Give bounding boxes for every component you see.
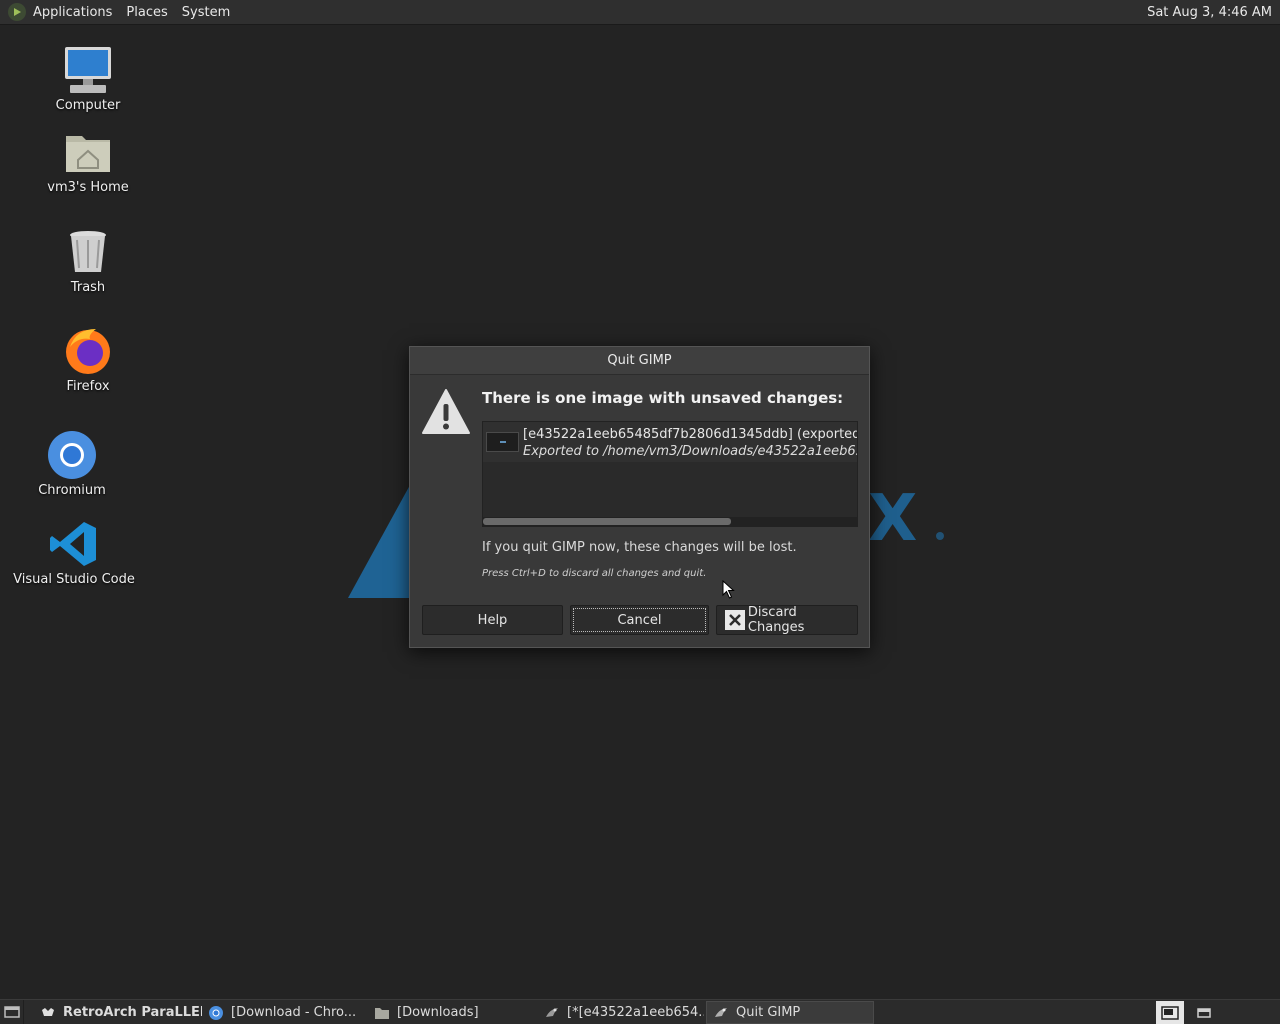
desktop-icon-label: Chromium — [38, 483, 106, 498]
desktop-icon — [3, 1006, 20, 1018]
trash-icon — [62, 226, 114, 278]
task-label: RetroArch ParaLLEl ... — [63, 1005, 202, 1020]
folder-icon — [375, 1007, 389, 1019]
task-downloads-folder[interactable]: [Downloads] — [368, 1001, 536, 1024]
workspace-icon — [1161, 1005, 1179, 1020]
vscode-icon — [48, 518, 100, 570]
focus-ring — [573, 608, 706, 632]
image-thumbnail — [486, 432, 519, 452]
workspace-1-button[interactable] — [1156, 1001, 1184, 1024]
task-retroarch[interactable]: RetroArch ParaLLEl ... — [34, 1001, 202, 1024]
gimp-icon — [715, 1007, 727, 1017]
list-item[interactable]: [e43522a1eeb65485df7b2806d1345ddb] (expo… — [483, 422, 857, 462]
discard-button-label: Discard Changes — [747, 605, 805, 635]
image-name: [e43522a1eeb65485df7b2806d1345ddb] (expo… — [523, 427, 858, 442]
close-icon — [725, 610, 745, 630]
desktop-icon-home[interactable]: vm3's Home — [44, 126, 132, 195]
dialog-title[interactable]: Quit GIMP — [410, 347, 869, 375]
svg-text:X: X — [868, 482, 917, 556]
home-folder-icon — [62, 126, 114, 178]
task-chromium[interactable]: [Download - Chro... — [202, 1001, 368, 1024]
task-quit-gimp[interactable]: Quit GIMP — [706, 1001, 874, 1024]
mouse-cursor-icon — [722, 580, 735, 599]
menu-places[interactable]: Places — [126, 5, 167, 20]
warning-message: If you quit GIMP now, these changes will… — [482, 540, 797, 555]
desktop-icon-vscode[interactable]: Visual Studio Code — [13, 518, 135, 587]
task-gimp-image[interactable]: [*[e43522a1eeb654... — [538, 1001, 704, 1024]
taskbar: RetroArch ParaLLEl ... [Download - Chro.… — [0, 999, 1280, 1024]
desktop-icon-label: vm3's Home — [47, 180, 129, 195]
clock[interactable]: Sat Aug 3, 4:46 AM — [1147, 5, 1272, 20]
desktop-icon-label: Visual Studio Code — [13, 572, 135, 587]
warning-icon — [422, 389, 470, 434]
unsaved-images-list[interactable]: [e43522a1eeb65485df7b2806d1345ddb] (expo… — [482, 421, 858, 527]
horizontal-scrollbar[interactable] — [483, 517, 857, 526]
menu-applications[interactable]: Applications — [33, 5, 112, 20]
desktop-icon-label: Trash — [70, 280, 106, 295]
gimp-icon — [546, 1007, 558, 1017]
cancel-button[interactable]: Cancel — [570, 605, 709, 635]
desktop-icon-chromium[interactable]: Chromium — [34, 429, 110, 498]
distro-logo-icon[interactable] — [8, 3, 26, 21]
scrollbar-thumb[interactable] — [483, 518, 731, 525]
workspace-icon — [1197, 1007, 1211, 1018]
task-label: [Downloads] — [397, 1005, 479, 1020]
firefox-icon — [62, 325, 114, 377]
desktop-icon-label: Computer — [55, 98, 121, 113]
dialog-heading: There is one image with unsaved changes: — [482, 389, 844, 407]
desktop-icon-computer[interactable]: Computer — [50, 44, 126, 113]
discard-changes-button[interactable]: Discard Changes — [716, 605, 858, 635]
quit-gimp-dialog: Quit GIMP There is one image with unsave… — [409, 346, 870, 648]
desktop-icon-firefox[interactable]: Firefox — [50, 325, 126, 394]
shortcut-hint: Press Ctrl+D to discard all changes and … — [482, 568, 707, 579]
computer-icon — [62, 44, 114, 96]
chromium-icon — [209, 1005, 223, 1020]
help-button[interactable]: Help — [422, 605, 563, 635]
menu-system[interactable]: System — [182, 5, 230, 20]
chromium-icon — [46, 429, 98, 481]
desktop-icon-trash[interactable]: Trash — [50, 226, 126, 295]
desktop-icon-label: Firefox — [66, 379, 110, 394]
help-button-label: Help — [477, 612, 508, 628]
image-export-path: Exported to /home/vm3/Downloads/e43522a1… — [523, 444, 858, 459]
task-label: [*[e43522a1eeb654... — [567, 1005, 704, 1020]
task-label: [Download - Chro... — [231, 1005, 357, 1020]
workspace-2-button[interactable] — [1190, 1001, 1218, 1024]
show-desktop-button[interactable] — [0, 1000, 24, 1024]
task-label: Quit GIMP — [736, 1005, 801, 1020]
retroarch-icon — [42, 1007, 54, 1016]
top-panel: Applications Places System Sat Aug 3, 4:… — [0, 0, 1280, 25]
